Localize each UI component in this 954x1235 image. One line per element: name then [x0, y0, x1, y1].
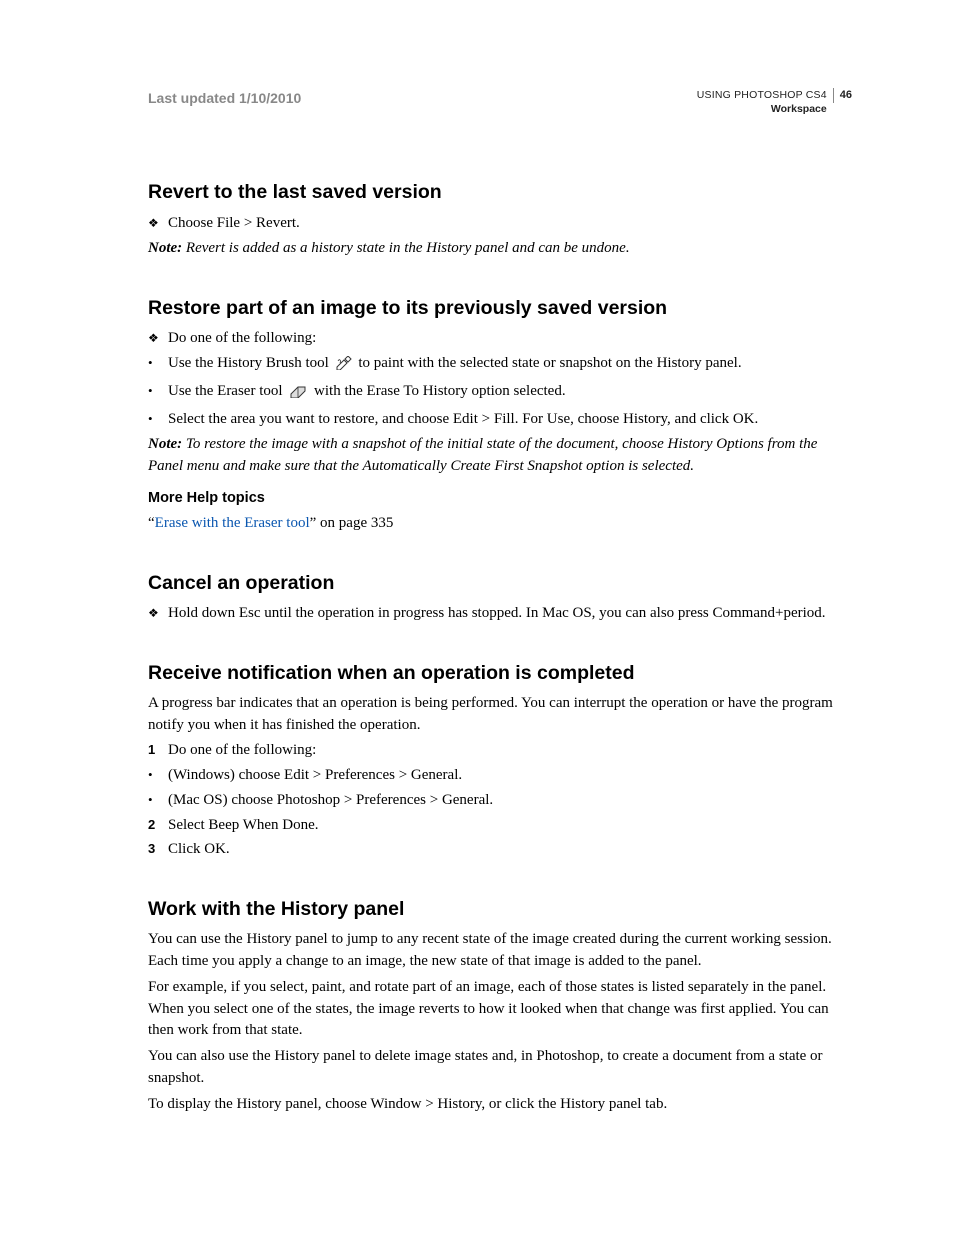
step-number: 2: [148, 815, 168, 837]
dot-bullet-icon: •: [148, 765, 168, 787]
section-restore: Restore part of an image to its previous…: [148, 294, 852, 535]
heading-restore: Restore part of an image to its previous…: [148, 294, 852, 322]
section-history: Work with the History panel You can use …: [148, 895, 852, 1115]
note: Note: To restore the image with a snapsh…: [148, 434, 852, 478]
section-notify: Receive notification when an operation i…: [148, 659, 852, 862]
note-label: Note:: [148, 436, 182, 452]
step-text: Click OK.: [168, 839, 852, 861]
note-body: To restore the image with a snapshot of …: [148, 436, 817, 474]
paragraph: For example, if you select, paint, and r…: [148, 977, 852, 1042]
dot-bullet-icon: •: [148, 790, 168, 812]
list-item: • (Windows) choose Edit > Preferences > …: [148, 765, 852, 787]
text-fragment: with the Erase To History option selecte…: [314, 383, 566, 399]
list-item: • Select the area you want to restore, a…: [148, 409, 852, 431]
paragraph: You can use the History panel to jump to…: [148, 929, 852, 973]
paragraph: To display the History panel, choose Win…: [148, 1094, 852, 1116]
step-text: Select the area you want to restore, and…: [168, 409, 852, 431]
page-header: Last updated 1/10/2010 USING PHOTOSHOP C…: [148, 88, 852, 116]
list-item: ❖ Do one of the following:: [148, 328, 852, 350]
text-fragment: Use the History Brush tool: [168, 355, 333, 371]
step-text: Do one of the following:: [168, 328, 852, 350]
list-item: ❖ Hold down Esc until the operation in p…: [148, 603, 852, 625]
heading-cancel: Cancel an operation: [148, 569, 852, 597]
list-item: • Use the Eraser tool with the Erase To …: [148, 381, 852, 406]
diamond-bullet-icon: ❖: [148, 213, 168, 235]
step-text: Use the History Brush tool to paint with…: [168, 353, 852, 378]
step-text: Select Beep When Done.: [168, 815, 852, 837]
dot-bullet-icon: •: [148, 409, 168, 431]
step-text: Do one of the following:: [168, 740, 852, 762]
list-item: • (Mac OS) choose Photoshop > Preference…: [148, 790, 852, 812]
dot-bullet-icon: •: [148, 353, 168, 378]
list-item: 2 Select Beep When Done.: [148, 815, 852, 837]
text-fragment: to paint with the selected state or snap…: [358, 355, 741, 371]
help-link[interactable]: Erase with the Eraser tool: [155, 515, 310, 531]
product-name: USING PHOTOSHOP CS4: [697, 88, 827, 102]
more-help-heading: More Help topics: [148, 488, 852, 509]
note-body: Revert is added as a history state in th…: [182, 240, 629, 256]
section-cancel: Cancel an operation ❖ Hold down Esc unti…: [148, 569, 852, 625]
link-suffix: ” on page 335: [310, 515, 394, 531]
note-label: Note:: [148, 240, 182, 256]
history-brush-icon: [335, 356, 353, 378]
page-number: 46: [833, 88, 852, 103]
diamond-bullet-icon: ❖: [148, 603, 168, 625]
header-right-text: USING PHOTOSHOP CS4 Workspace: [697, 88, 827, 116]
paragraph: You can also use the History panel to de…: [148, 1046, 852, 1090]
step-number: 1: [148, 740, 168, 762]
document-page: Last updated 1/10/2010 USING PHOTOSHOP C…: [0, 0, 954, 1235]
step-text: Use the Eraser tool with the Erase To Hi…: [168, 381, 852, 406]
heading-history: Work with the History panel: [148, 895, 852, 923]
help-link-line: “Erase with the Eraser tool” on page 335: [148, 513, 852, 535]
diamond-bullet-icon: ❖: [148, 328, 168, 350]
quote-open: “: [148, 515, 155, 531]
step-text: (Windows) choose Edit > Preferences > Ge…: [168, 765, 852, 787]
section-revert: Revert to the last saved version ❖ Choos…: [148, 178, 852, 260]
intro-text: A progress bar indicates that an operati…: [148, 693, 852, 737]
dot-bullet-icon: •: [148, 381, 168, 406]
step-text: (Mac OS) choose Photoshop > Preferences …: [168, 790, 852, 812]
list-item: • Use the History Brush tool to paint wi…: [148, 353, 852, 378]
step-text: Choose File > Revert.: [168, 213, 852, 235]
text-fragment: Use the Eraser tool: [168, 383, 286, 399]
section-name: Workspace: [697, 102, 827, 116]
step-number: 3: [148, 839, 168, 861]
eraser-icon: [288, 384, 308, 406]
note: Note: Revert is added as a history state…: [148, 238, 852, 260]
heading-notify: Receive notification when an operation i…: [148, 659, 852, 687]
list-item: 3 Click OK.: [148, 839, 852, 861]
heading-revert: Revert to the last saved version: [148, 178, 852, 206]
last-updated: Last updated 1/10/2010: [148, 88, 301, 108]
list-item: 1 Do one of the following:: [148, 740, 852, 762]
header-right: USING PHOTOSHOP CS4 Workspace 46: [697, 88, 852, 116]
list-item: ❖ Choose File > Revert.: [148, 213, 852, 235]
step-text: Hold down Esc until the operation in pro…: [168, 603, 852, 625]
